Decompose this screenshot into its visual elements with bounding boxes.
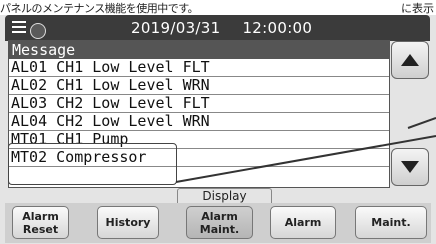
display-group-label: Display: [177, 188, 272, 203]
alarm-reset-label-line2: Reset: [22, 222, 59, 236]
top-note-left: パネルのメンテナンス機能を使用中です。: [0, 2, 199, 15]
list-item[interactable]: AL02 CH1 Low Level WRN: [9, 77, 389, 95]
scroll-down-button[interactable]: [391, 148, 429, 186]
maint-button[interactable]: Maint.: [355, 206, 427, 239]
menu-status-dot: [30, 23, 46, 39]
list-item-empty[interactable]: [9, 167, 389, 184]
alarm-maint-button[interactable]: Alarm Maint.: [186, 206, 253, 239]
history-button[interactable]: History: [97, 206, 159, 239]
triangle-down-icon: [401, 161, 419, 173]
top-note-bar: パネルのメンテナンス機能を使用中です。 に表示: [0, 0, 436, 15]
top-note-right: に表示: [401, 2, 434, 15]
list-item[interactable]: AL01 CH1 Low Level FLT: [9, 59, 389, 77]
time-text: 12:00:00: [242, 19, 313, 37]
title-bar: 2019/03/31 12:00:00: [5, 15, 430, 41]
alarm-button[interactable]: Alarm: [270, 206, 336, 239]
list-item[interactable]: MT01 CH1 Pump: [9, 131, 389, 149]
list-item[interactable]: MT02 Compressor: [9, 149, 389, 167]
message-list: Message AL01 CH1 Low Level FLT AL02 CH1 …: [8, 40, 390, 188]
message-list-header: Message: [9, 41, 389, 59]
alarm-maint-label-line2: Maint.: [199, 222, 240, 236]
menu-icon[interactable]: [12, 19, 46, 39]
scroll-up-button[interactable]: [391, 41, 429, 79]
maint-label: Maint.: [371, 216, 411, 229]
alarm-label: Alarm: [284, 216, 322, 229]
history-label: History: [105, 216, 151, 229]
triangle-up-icon: [401, 54, 419, 66]
alarm-reset-button[interactable]: Alarm Reset: [12, 206, 69, 239]
alarm-maint-label-line1: Alarm: [201, 209, 238, 223]
list-item[interactable]: AL03 CH2 Low Level FLT: [9, 95, 389, 113]
list-item[interactable]: AL04 CH2 Low Level WRN: [9, 113, 389, 131]
date-text: 2019/03/31: [131, 19, 221, 37]
alarm-reset-label-line1: Alarm: [22, 209, 59, 223]
datetime-display: 2019/03/31 12:00:00: [131, 19, 312, 37]
